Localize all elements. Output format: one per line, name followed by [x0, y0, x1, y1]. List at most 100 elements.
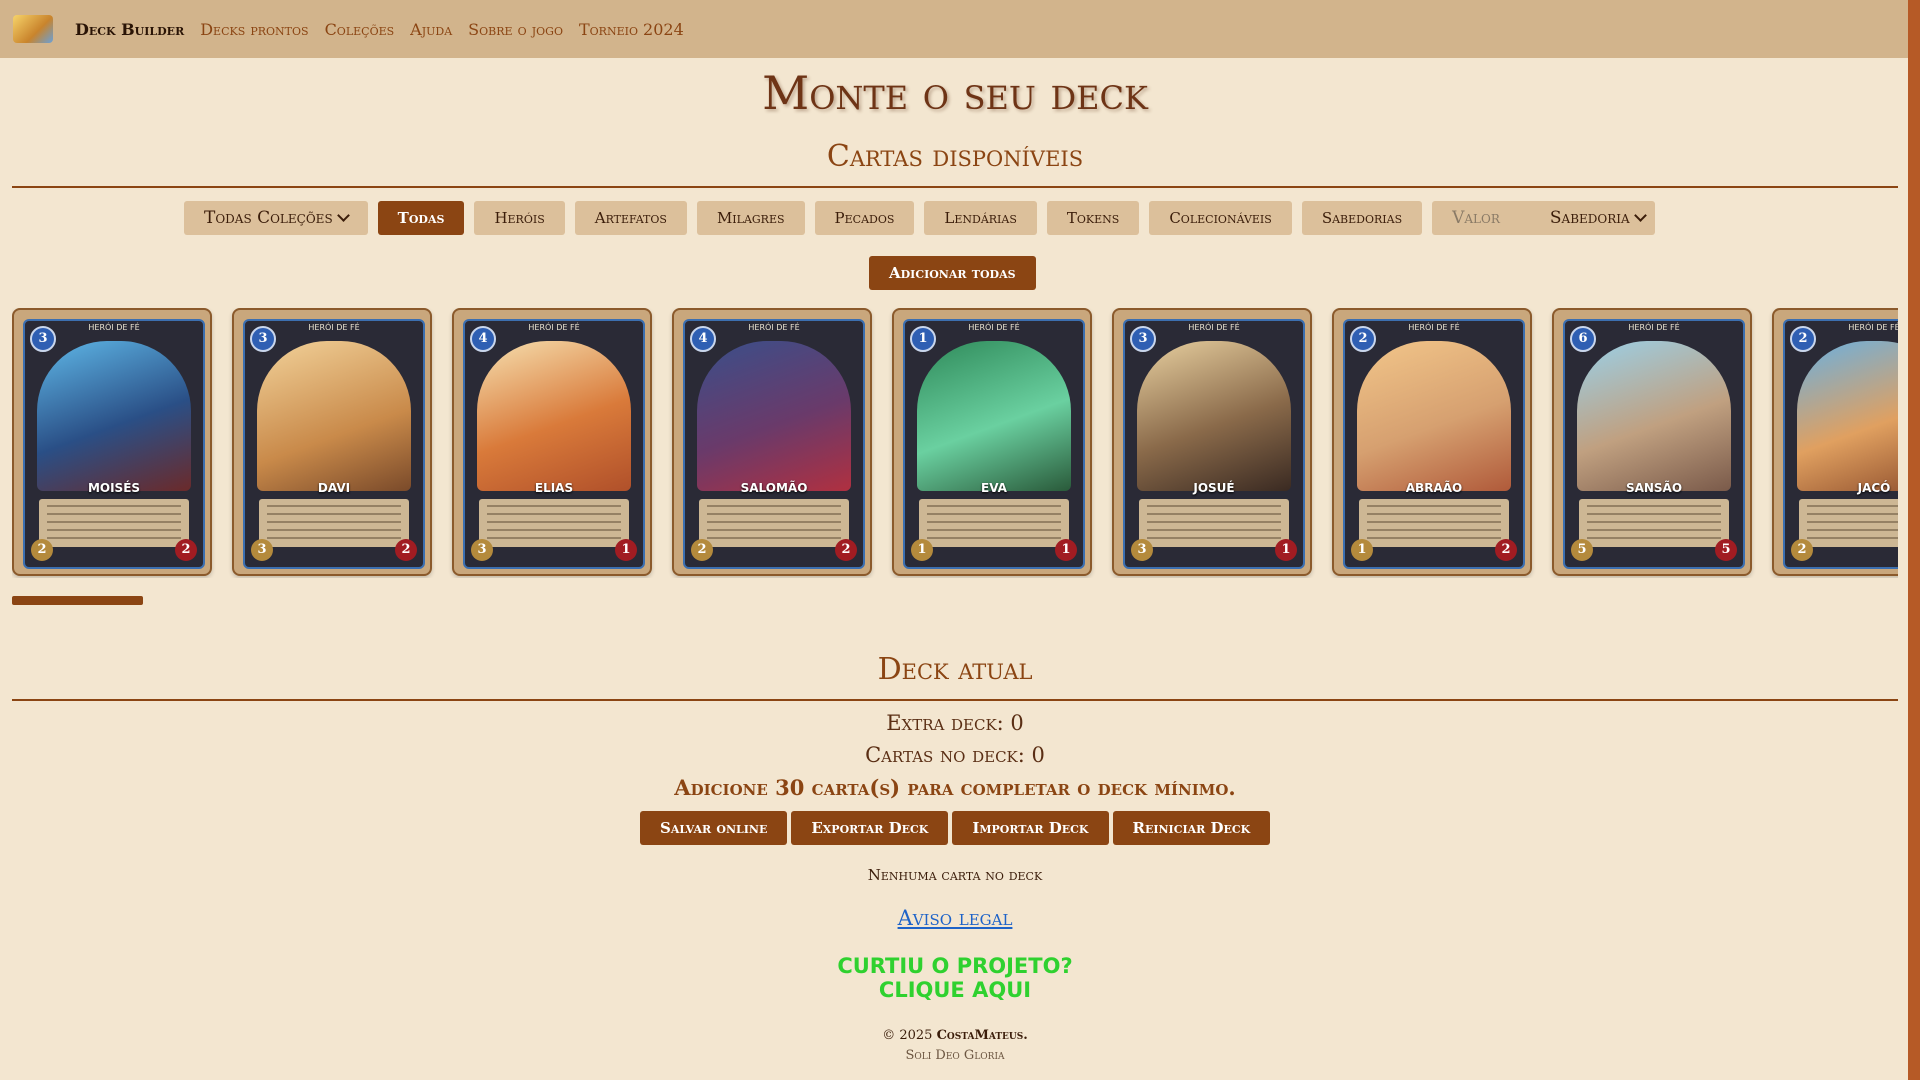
nav-deck-builder[interactable]: Deck Builder: [75, 20, 184, 39]
card-frame: HERÓI DE FÉ2JACÓ21: [1783, 319, 1898, 569]
card-frame: HERÓI DE FÉ 4 ELIAS 3 1: [463, 319, 645, 569]
footer-motto: Soli Deo Gloria: [905, 1048, 1005, 1063]
card-name: ABRAÃO: [1405, 481, 1463, 495]
card-cost: 3: [250, 326, 276, 352]
card-name: SANSÃO: [1625, 481, 1683, 495]
card-abraão[interactable]: HERÓI DE FÉ 2 ABRAÃO 1 2: [1332, 308, 1532, 576]
legal-notice-link[interactable]: Aviso legal: [0, 906, 1910, 930]
card-art: [477, 341, 631, 491]
reset-deck-button[interactable]: Reiniciar Deck: [1112, 811, 1271, 845]
card-frame: HERÓI DE FÉ 3 MOISÉS 2 2: [23, 319, 205, 569]
card-name: DAVI: [317, 481, 351, 495]
card-cost: 2: [1350, 326, 1376, 352]
card-text-box: [919, 499, 1069, 547]
card-josué[interactable]: HERÓI DE FÉ 3 JOSUÉ 3 1: [1112, 308, 1312, 576]
deck-card-count: Cartas no deck: 0: [865, 743, 1045, 767]
chevron-down-icon: [336, 209, 350, 222]
card-cost: 2: [1790, 326, 1816, 352]
card-text-box: [259, 499, 409, 547]
card-defense: 2: [1495, 539, 1517, 561]
card-defense: 2: [835, 539, 857, 561]
card-art: [1797, 341, 1898, 491]
card-frame: HERÓI DE FÉ 6 SANSÃO 5 5: [1563, 319, 1745, 569]
nav-torneio[interactable]: Torneio 2024: [579, 20, 684, 39]
card-attack: 1: [1351, 539, 1373, 561]
card-attack: 3: [1131, 539, 1153, 561]
card-text-box: [1139, 499, 1289, 547]
card-text-box: [1359, 499, 1509, 547]
site-logo[interactable]: [13, 15, 53, 43]
card-defense: 1: [1055, 539, 1077, 561]
filter-colecionaveis[interactable]: Colecionáveis: [1149, 201, 1292, 235]
card-cost: 3: [1130, 326, 1156, 352]
collection-select[interactable]: Todas Coleções: [184, 201, 368, 235]
card-attack: 2: [1791, 539, 1813, 561]
card-text-box: [479, 499, 629, 547]
card-davi[interactable]: HERÓI DE FÉ 3 DAVI 3 2: [232, 308, 432, 576]
nav-decks-prontos[interactable]: Decks prontos: [200, 20, 308, 39]
card-name: SALOMÃO: [740, 481, 808, 495]
nav-colecoes[interactable]: Coleções: [325, 20, 395, 39]
filter-pecados[interactable]: Pecados: [814, 201, 915, 235]
cta-line2[interactable]: CLIQUE AQUI: [0, 978, 1910, 1002]
empty-deck-message: Nenhuma carta no deck: [867, 866, 1043, 884]
card-cost: 6: [1570, 326, 1596, 352]
nav-sobre[interactable]: Sobre o jogo: [468, 20, 563, 39]
card-attack: 3: [471, 539, 493, 561]
top-navbar: Deck Builder Decks prontos Coleções Ajud…: [0, 0, 1908, 58]
card-text-box: [39, 499, 189, 547]
card-art: [257, 341, 411, 491]
sort-select-label: Sabedoria: [1549, 208, 1630, 228]
card-defense: 1: [1275, 539, 1297, 561]
copyright-year: © 2025: [882, 1028, 933, 1043]
deck-title: Deck atual: [877, 652, 1033, 687]
card-cost: 4: [470, 326, 496, 352]
import-deck-button[interactable]: Importar Deck: [952, 811, 1109, 845]
page-title: Monte o seu deck: [762, 66, 1148, 120]
card-defense: 5: [1715, 539, 1737, 561]
card-art: [917, 341, 1071, 491]
filter-sabedorias[interactable]: Sabedorias: [1301, 201, 1423, 235]
collection-select-label: Todas Coleções: [204, 208, 333, 228]
card-frame: HERÓI DE FÉ 3 DAVI 3 2: [243, 319, 425, 569]
chevron-down-icon: [1633, 209, 1647, 222]
filter-tokens[interactable]: Tokens: [1046, 201, 1140, 235]
filter-milagres[interactable]: Milagres: [696, 201, 805, 235]
nav-ajuda[interactable]: Ajuda: [410, 20, 452, 39]
card-salomão[interactable]: HERÓI DE FÉ 4 SALOMÃO 2 2: [672, 308, 872, 576]
add-all-button[interactable]: Adicionar todas: [869, 256, 1036, 290]
filter-artefatos[interactable]: Artefatos: [574, 201, 687, 235]
sort-control[interactable]: Valor Sabedoria: [1432, 201, 1655, 235]
available-cards-title: Cartas disponíveis: [826, 139, 1084, 174]
card-eva[interactable]: HERÓI DE FÉ 1 EVA 1 1: [892, 308, 1092, 576]
export-deck-button[interactable]: Exportar Deck: [791, 811, 949, 845]
cta-line1[interactable]: CURTIU O PROJETO?: [0, 954, 1910, 978]
sort-label: Valor: [1452, 208, 1500, 228]
footer-copyright: © 2025 CostaMateus.: [0, 1028, 1910, 1043]
card-art: [1357, 341, 1511, 491]
deck-min-warning: Adicione 30 carta(s) para completar o de…: [674, 775, 1236, 800]
card-name: ELIAS: [534, 481, 574, 495]
card-elias[interactable]: HERÓI DE FÉ 4 ELIAS 3 1: [452, 308, 652, 576]
card-jacó[interactable]: HERÓI DE FÉ2JACÓ21: [1772, 308, 1898, 576]
filter-bar: Todas Coleções Todas Heróis Artefatos Mi…: [184, 201, 1665, 235]
filter-todas[interactable]: Todas: [377, 201, 465, 235]
card-defense: 2: [395, 539, 417, 561]
filter-herois[interactable]: Heróis: [474, 201, 565, 235]
card-art: [1577, 341, 1731, 491]
save-online-button[interactable]: Salvar online: [640, 811, 788, 845]
card-art: [697, 341, 851, 491]
card-frame: HERÓI DE FÉ 4 SALOMÃO 2 2: [683, 319, 865, 569]
card-frame: HERÓI DE FÉ 2 ABRAÃO 1 2: [1343, 319, 1525, 569]
footer-author[interactable]: CostaMateus.: [937, 1028, 1028, 1043]
carousel-scroll-indicator[interactable]: [12, 596, 143, 605]
card-carousel[interactable]: HERÓI DE FÉ 3 MOISÉS 2 2 HERÓI DE FÉ 3 DAVI 3 2 HE…: [12, 308, 1898, 578]
divider: [12, 186, 1898, 188]
card-text-box: [1799, 499, 1898, 547]
card-attack: 3: [251, 539, 273, 561]
card-art: [37, 341, 191, 491]
card-cost: 1: [910, 326, 936, 352]
card-sansão[interactable]: HERÓI DE FÉ 6 SANSÃO 5 5: [1552, 308, 1752, 576]
card-moisés[interactable]: HERÓI DE FÉ 3 MOISÉS 2 2: [12, 308, 212, 576]
filter-lendarias[interactable]: Lendárias: [924, 201, 1037, 235]
